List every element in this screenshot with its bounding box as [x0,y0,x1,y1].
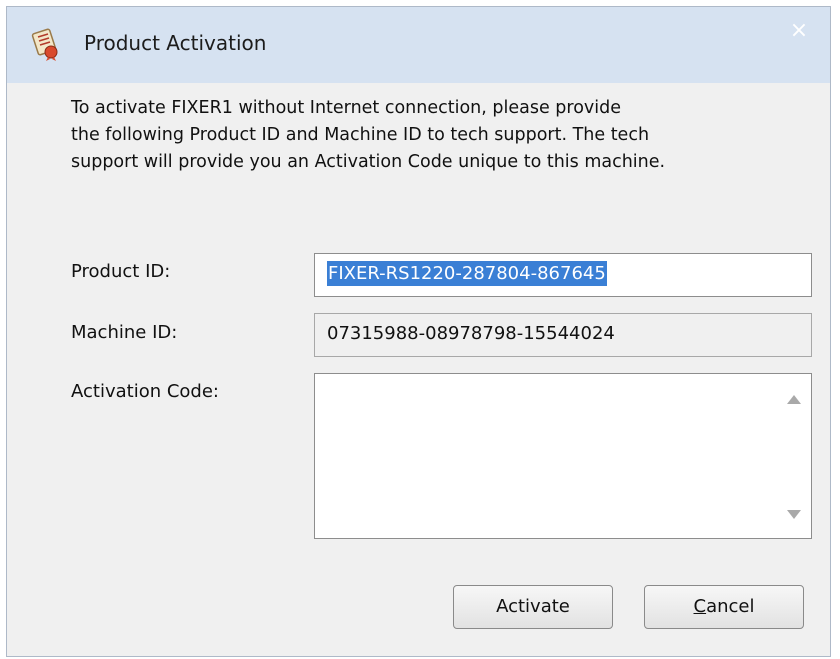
cancel-label: ancel [706,596,755,617]
product-activation-dialog: Product Activation × To activate FIXER1 … [6,6,831,657]
title-bar[interactable]: Product Activation × [7,7,830,83]
window-title: Product Activation [84,31,267,55]
activate-button[interactable]: Activate [453,585,613,629]
machine-id-field[interactable]: 07315988-08978798-15544024 [314,313,812,357]
instructions-text: To activate FIXER1 without Internet conn… [71,98,666,172]
machine-id-value: 07315988-08978798-15544024 [327,323,615,344]
product-id-field[interactable]: FIXER-RS1220-287804-867645 [314,253,812,297]
certificate-icon [29,28,63,62]
activation-code-input[interactable] [314,373,812,539]
product-id-value: FIXER-RS1220-287804-867645 [327,261,607,286]
scroll-down-arrow-icon[interactable] [787,510,801,519]
scroll-up-arrow-icon[interactable] [787,395,801,404]
product-id-label: Product ID: [71,261,171,282]
close-button[interactable]: × [788,20,810,42]
machine-id-label: Machine ID: [71,322,178,343]
cancel-accelerator: C [693,596,707,617]
activation-code-label: Activation Code: [71,381,219,402]
activation-code-scrollbar[interactable] [775,374,811,538]
cancel-button[interactable]: Cancel [644,585,804,629]
